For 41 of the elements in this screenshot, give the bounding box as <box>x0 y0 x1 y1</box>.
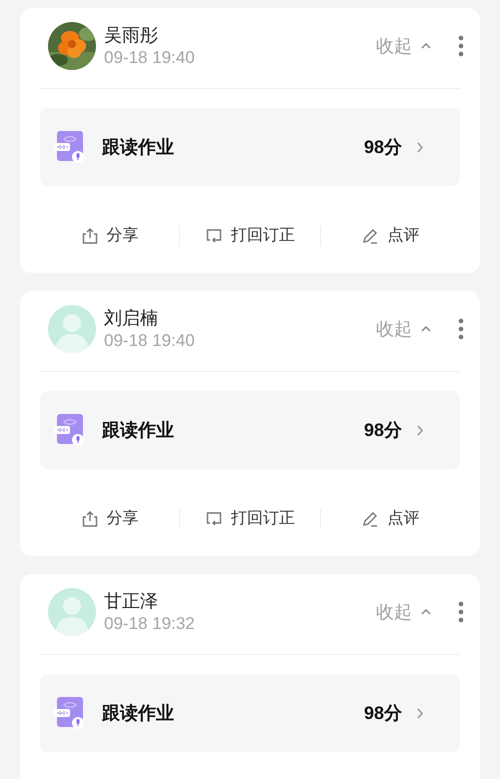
share-button[interactable]: 分享 <box>40 507 180 531</box>
submit-time: 09-18 19:40 <box>104 330 195 351</box>
chevron-right-icon <box>416 140 424 154</box>
more-icon[interactable] <box>458 601 464 623</box>
student-name: 吴雨彤 <box>104 24 159 47</box>
homework-item[interactable]: 跟读作业 98分 <box>40 391 460 469</box>
homework-item[interactable]: 跟读作业 98分 <box>40 674 460 752</box>
chevron-up-icon <box>420 325 432 333</box>
share-icon <box>80 227 99 245</box>
more-icon[interactable] <box>458 318 464 340</box>
chevron-up-icon <box>420 608 432 616</box>
score: 98分 <box>364 418 402 442</box>
score: 98分 <box>364 136 402 158</box>
reading-homework-icon <box>54 130 86 164</box>
return-icon <box>204 227 223 245</box>
homework-title: 跟读作业 <box>102 702 174 724</box>
chevron-right-icon <box>416 424 424 436</box>
submit-time: 09-18 19:32 <box>104 612 195 634</box>
reading-homework-icon <box>54 696 86 730</box>
return-button[interactable]: 打回订正 <box>180 507 320 531</box>
return-icon <box>204 510 223 528</box>
score: 98分 <box>364 702 402 724</box>
homework-item[interactable]: 跟读作业 98分 <box>40 108 460 186</box>
avatar-icon <box>48 588 96 636</box>
chevron-right-icon <box>416 706 424 720</box>
return-button[interactable]: 打回订正 <box>180 224 320 248</box>
chevron-up-icon <box>420 42 432 50</box>
student-name: 刘启楠 <box>104 307 159 330</box>
comment-button[interactable]: 点评 <box>320 507 460 531</box>
avatar-icon <box>48 305 96 353</box>
pencil-icon <box>361 227 380 245</box>
more-icon[interactable] <box>458 35 464 57</box>
homework-title: 跟读作业 <box>102 136 174 158</box>
reading-homework-icon <box>54 413 86 447</box>
pencil-icon <box>361 510 380 528</box>
share-button[interactable]: 分享 <box>40 224 180 248</box>
homework-title: 跟读作业 <box>102 418 174 442</box>
student-name: 甘正泽 <box>104 590 159 613</box>
share-icon <box>80 510 99 528</box>
submit-time: 09-18 19:40 <box>104 46 195 68</box>
comment-button[interactable]: 点评 <box>320 224 460 248</box>
